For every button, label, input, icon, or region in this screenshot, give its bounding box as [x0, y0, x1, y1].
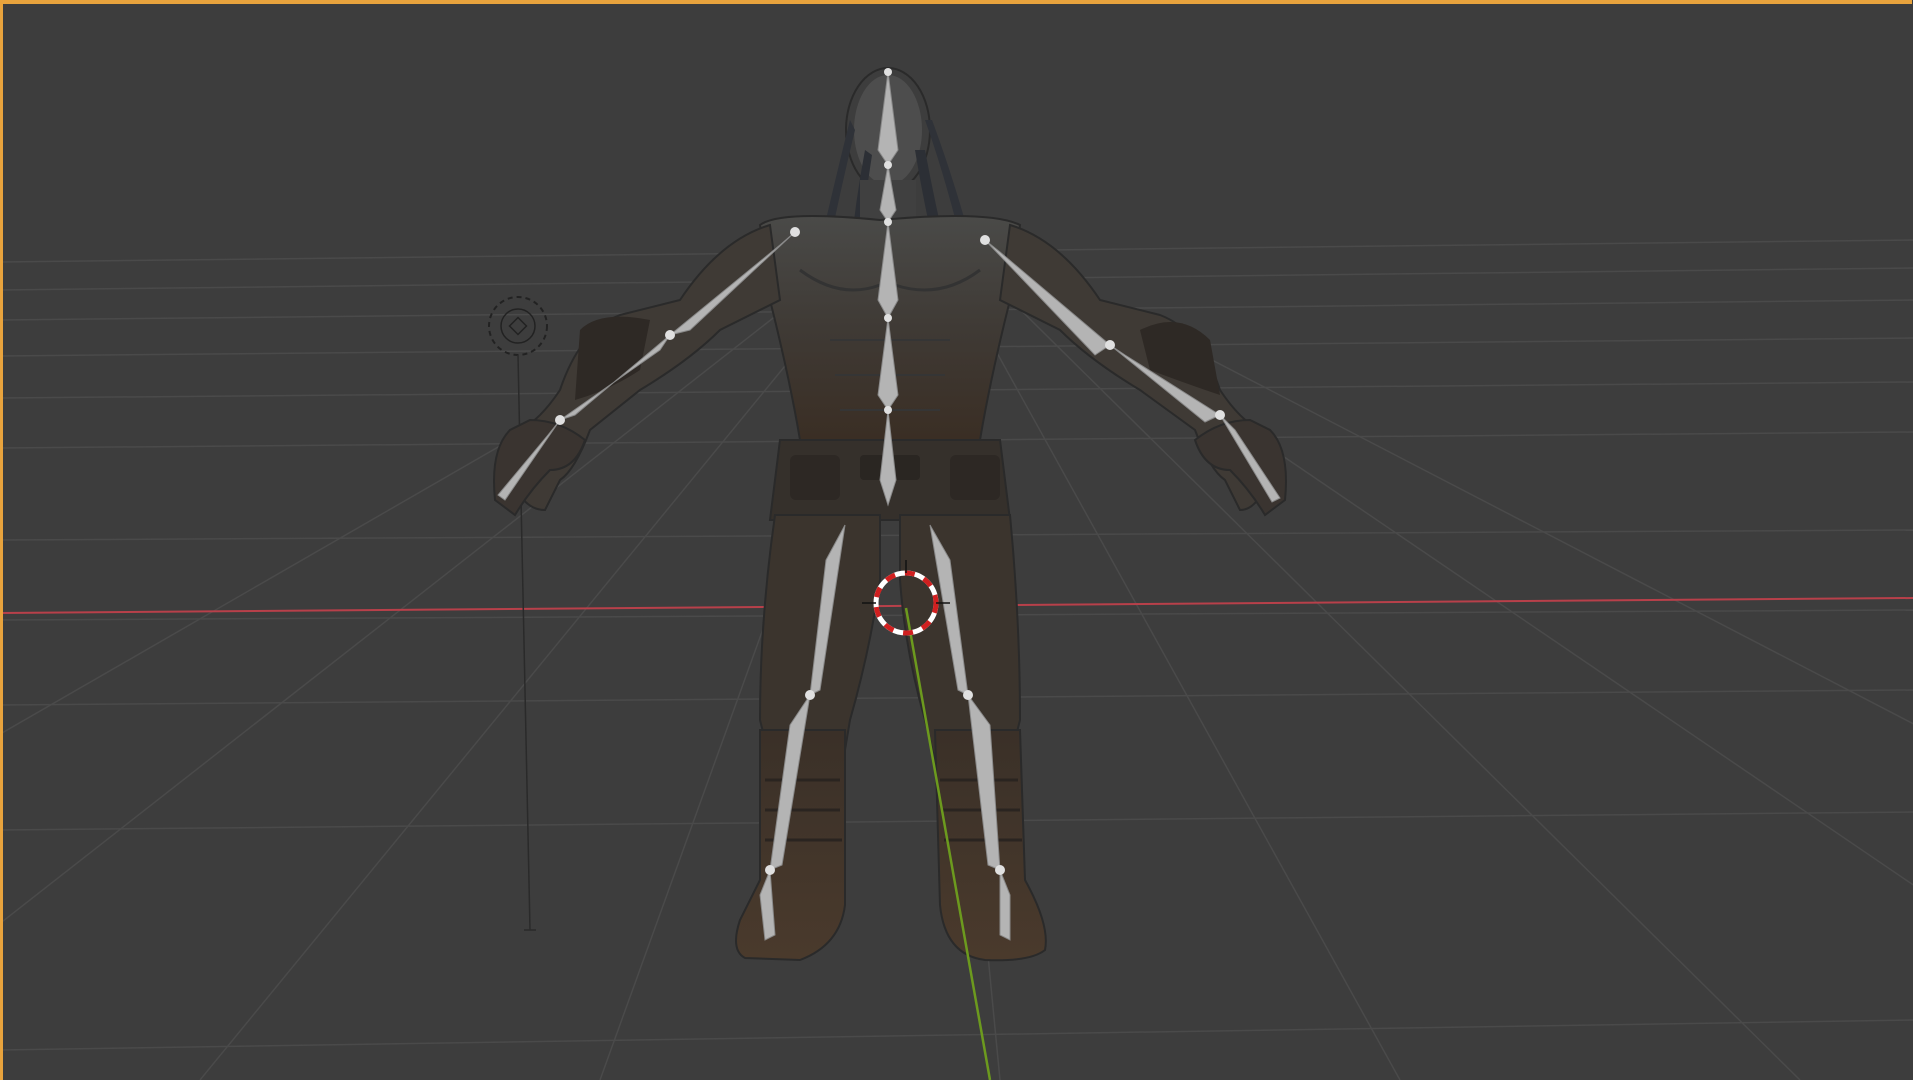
light-object[interactable]: [488, 296, 548, 931]
light-icon[interactable]: [488, 296, 548, 356]
3d-viewport[interactable]: [0, 0, 1913, 1080]
viewport-canvas[interactable]: [0, 0, 1913, 1080]
